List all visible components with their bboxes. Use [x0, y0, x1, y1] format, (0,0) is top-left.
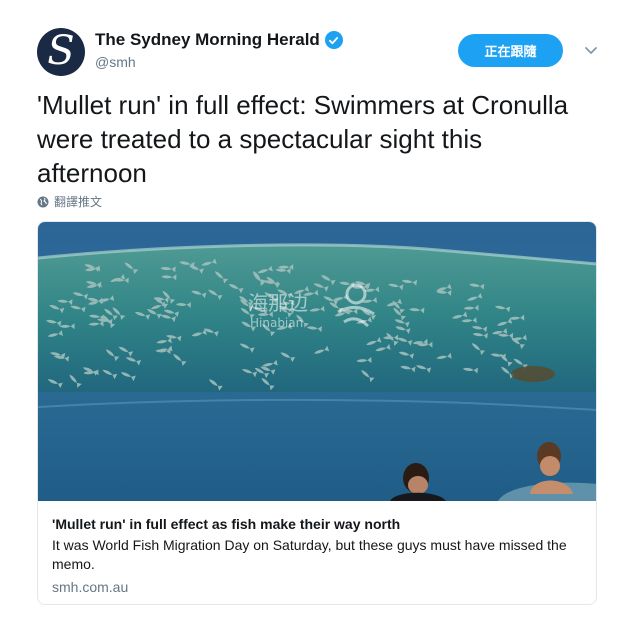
handle[interactable]: @smh [95, 54, 343, 70]
chevron-down-icon[interactable] [583, 42, 599, 58]
card-domain: smh.com.au [52, 579, 129, 595]
display-name[interactable]: The Sydney Morning Herald [95, 30, 320, 50]
card-body[interactable]: 'Mullet run' in full effect as fish make… [38, 501, 596, 595]
tweet-header: S The Sydney Morning Herald @smh 正在跟隨 [37, 28, 607, 78]
display-name-row[interactable]: The Sydney Morning Herald [95, 30, 343, 50]
translate-tweet-link[interactable]: 翻譯推文 [37, 193, 102, 210]
link-card[interactable]: 海那边 Hinabian 'Mullet run' in full effect… [37, 221, 597, 605]
following-button[interactable]: 正在跟隨 [458, 34, 563, 67]
watermark-en: Hinabian [250, 316, 303, 330]
card-title[interactable]: 'Mullet run' in full effect as fish make… [52, 515, 584, 533]
card-description: It was World Fish Migration Day on Satur… [52, 537, 567, 572]
globe-icon [37, 196, 49, 207]
card-image[interactable]: 海那边 Hinabian [38, 222, 597, 501]
translate-label[interactable]: 翻譯推文 [54, 193, 102, 210]
verified-badge-icon [324, 31, 343, 49]
watermark-cn: 海那边 [248, 291, 308, 315]
tweet-text: 'Mullet run' in full effect: Swimmers at… [37, 90, 569, 188]
avatar[interactable]: S [37, 28, 85, 76]
avatar-letter: S [47, 28, 75, 74]
account-names: The Sydney Morning Herald @smh [95, 30, 343, 70]
